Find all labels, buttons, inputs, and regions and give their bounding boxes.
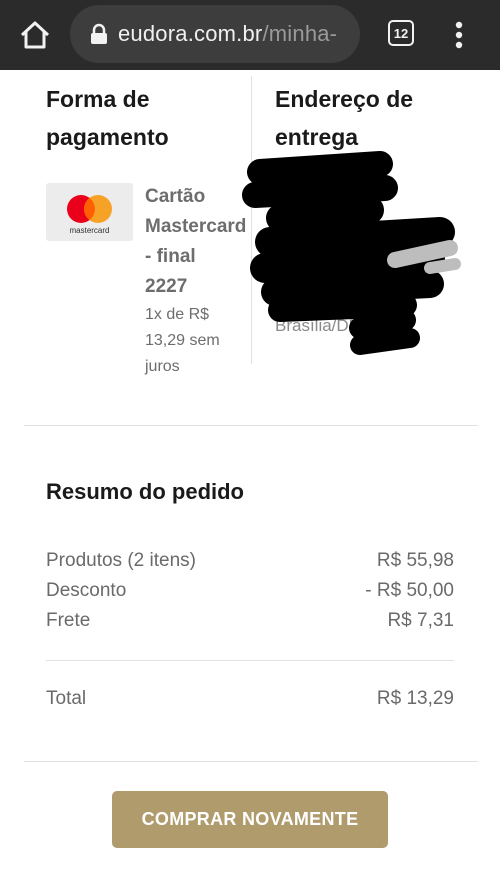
- summary-row-label: Produtos (2 itens): [46, 550, 196, 571]
- summary-row-value: - R$ 50,00: [365, 580, 454, 601]
- summary-row-value: R$ 55,98: [376, 550, 454, 571]
- total-label: Total: [46, 688, 87, 709]
- installment-info: 1x de R$ 13,29 sem juros: [145, 302, 245, 380]
- more-menu-icon[interactable]: [447, 18, 471, 52]
- mastercard-logo: mastercard: [46, 183, 133, 241]
- summary-title: Resumo do pedido: [46, 479, 244, 504]
- summary-row-value: R$ 7,31: [387, 610, 454, 631]
- tab-switcher-button[interactable]: 12: [388, 20, 414, 46]
- installment-line-1: 1x de R$: [145, 306, 210, 323]
- address-bar[interactable]: eudora.com.br/minha-: [70, 5, 360, 63]
- tab-count: 12: [393, 25, 409, 41]
- section-divider: [24, 425, 478, 426]
- redaction-scribble: [242, 151, 461, 355]
- summary-total: Total R$ 13,29: [46, 688, 454, 710]
- footer-divider: [24, 761, 478, 762]
- summary-row-products: Produtos (2 itens) R$ 55,98: [46, 550, 454, 572]
- installment-line-3: juros: [145, 358, 180, 375]
- address-heading: Endereço de entrega: [275, 86, 414, 150]
- payment-heading: Forma de pagamento: [46, 86, 169, 150]
- lock-icon: [91, 23, 107, 44]
- summary-row-discount: Desconto - R$ 50,00: [46, 580, 454, 602]
- summary-row-label: Desconto: [46, 580, 127, 601]
- url-host: eudora.com.br: [118, 21, 263, 46]
- installment-line-2: 13,29 sem: [145, 332, 220, 349]
- summary-row-label: Frete: [46, 610, 91, 631]
- url-path: /minha-: [262, 21, 338, 46]
- summary-divider: [46, 660, 454, 661]
- home-icon[interactable]: [18, 18, 52, 52]
- total-value: R$ 13,29: [376, 688, 454, 709]
- browser-toolbar: eudora.com.br/minha- 12: [0, 0, 500, 70]
- url-text: eudora.com.br/minha-: [118, 21, 337, 47]
- summary-row-shipping: Frete R$ 7,31: [46, 610, 454, 632]
- buy-again-button[interactable]: COMPRAR NOVAMENTE: [112, 791, 388, 848]
- mastercard-logo-text: mastercard: [69, 226, 109, 235]
